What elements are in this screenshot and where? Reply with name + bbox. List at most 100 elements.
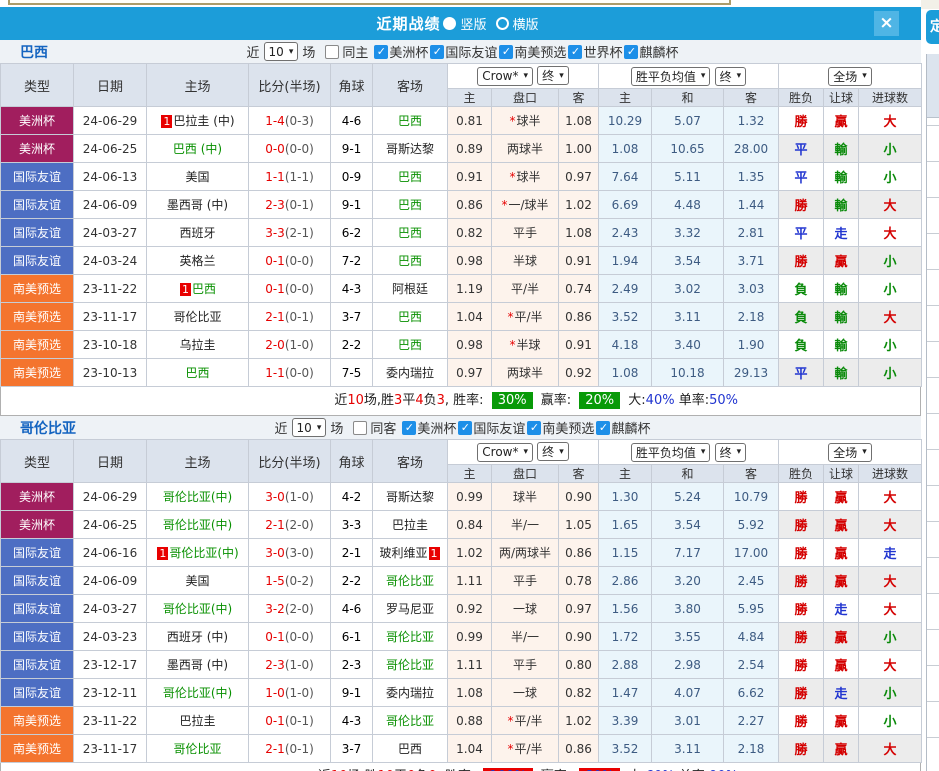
handicap-line-cell: 球半 [491,482,559,511]
moved-line-marker: * [509,114,516,128]
date-cell: 24-06-29 [73,482,147,511]
draw-odds-cell: 5.11 [651,162,724,191]
competition-cell: 南美预选 [0,330,74,359]
chevron-down-icon: ▾ [316,422,322,433]
vertical-layout-label[interactable]: 竖版 [460,14,486,33]
match-row: 南美预选 23-11-17 哥伦比亚 2-1(0-1) 3-7 巴西 1.04 *平/半 0.8… [0,302,923,331]
horizontal-layout-label[interactable]: 横版 [513,14,539,33]
competition-filter-item: ✓ 世界杯 [568,42,622,61]
competition-filter-label: 南美预选 [514,46,567,61]
same-venue-checkbox[interactable] [325,44,340,59]
handicap-away-odds-cell: 0.74 [558,274,599,303]
away-win-odds-cell: 5.92 [722,510,780,539]
competition-cell: 国际友谊 [0,538,74,567]
odds-group-header: 胜平负均值 ▾ 终 ▾ [597,439,780,465]
date-cell: 24-06-09 [73,190,147,219]
draw-odds-cell: 3.54 [651,246,724,275]
checkbox-checked-icon[interactable]: ✓ [374,44,389,59]
period-select[interactable]: 终 ▾ [537,442,569,462]
rank-badge: 1 [428,547,440,560]
competition-cell: 国际友谊 [0,678,74,707]
home-team-cell: 哥伦比亚(中) [146,678,249,707]
odds-mode-select[interactable]: 胜平负均值 ▾ [630,442,711,462]
checkbox-checked-icon[interactable]: ✓ [430,44,445,59]
screen: 近期战绩 竖版 横版 × 巴西 近 10 ▾ 场 同主 ✓ 美洲杯 ✓ 国际友谊 ✓ 南美预… [0,0,939,771]
win-lose-result-cell: 平 [778,162,825,191]
handicap-away-odds-cell: 0.86 [558,302,599,331]
draw-odds-cell: 3.01 [651,706,724,735]
period-select[interactable]: 终 ▾ [714,66,747,86]
away-win-odds-cell: 1.44 [722,190,780,219]
competition-filter-item: ✓ 美洲杯 [374,42,428,61]
away-team-cell: 巴西 [372,302,448,331]
away-team-cell: 哥伦比亚 [372,622,448,651]
handicap-home-odds-cell: 0.99 [447,622,492,651]
odds-mode-select[interactable]: 胜平负均值 ▾ [630,66,711,86]
near-label: 近 [246,46,260,61]
radio-selected-icon[interactable] [443,17,457,30]
match-row: 美洲杯 24-06-29 哥伦比亚(中) 3-0(1-0) 4-2 哥斯达黎 0.99 球半 0… [0,482,923,511]
checkbox-checked-icon[interactable]: ✓ [527,420,542,435]
period-select[interactable]: 终 ▾ [714,442,747,462]
same-venue-checkbox[interactable] [353,420,368,435]
checkbox-checked-icon[interactable]: ✓ [458,420,473,435]
draw-odds-cell: 4.07 [651,678,724,707]
win-lose-result-cell: 平 [778,218,825,247]
checkbox-checked-icon[interactable]: ✓ [499,44,514,59]
match-row: 国际友谊 24-03-23 西班牙 (中) 0-1(0-0) 6-1 哥伦比亚 0.99 半/… [0,622,923,651]
goals-over-under-cell: 小 [858,330,923,359]
draw-odds-cell: 2.98 [651,650,724,679]
draw-odds-cell: 3.55 [651,622,724,651]
home-win-odds-cell: 1.56 [598,594,652,623]
bookmaker-select[interactable]: Crow* ▾ [477,66,534,86]
col-home: 主场 [146,63,249,107]
period-select[interactable]: 终 ▾ [537,66,569,86]
handicap-home-odds-cell: 0.98 [447,330,492,359]
goals-over-under-cell: 大 [858,218,923,247]
home-team-cell: 巴西 [146,358,249,387]
away-team-cell: 巴西 [372,734,448,763]
score-cell: 3-0(3-0) [248,538,331,567]
away-win-odds-cell: 28.00 [722,134,780,163]
competition-filter-label: 国际友谊 [473,422,526,437]
competition-filter-item: ✓ 麒麟杯 [596,418,650,437]
handicap-result-cell: 走 [823,678,860,707]
sub-away: 客 [558,88,599,107]
checkbox-checked-icon[interactable]: ✓ [596,420,611,435]
handicap-result-cell: 贏 [823,246,860,275]
bookmaker-select[interactable]: Crow* ▾ [477,442,534,462]
score-cell: 3-2(2-0) [248,594,331,623]
close-icon[interactable]: × [874,11,899,36]
goals-over-under-cell: 小 [858,134,923,163]
scope-select[interactable]: 全场 ▾ [828,442,872,462]
win-lose-result-cell: 平 [778,358,825,387]
handicap-away-odds-cell: 0.97 [558,162,599,191]
competition-filter-label: 麒麟杯 [639,46,679,61]
score-cell: 0-1(0-1) [248,706,331,735]
radio-unselected-icon[interactable] [495,17,509,30]
match-count-select[interactable]: 10 ▾ [263,42,299,61]
filters-group: 近 10 ▾ 场 同客 ✓ 美洲杯 ✓ 国际友谊 ✓ 南美预选 ✓ 麒麟杯 [271,418,650,437]
match-count-select[interactable]: 10 ▾ [291,418,327,437]
home-win-odds-cell: 3.39 [598,706,652,735]
away-team-cell: 玻利维亚 1 [372,538,448,567]
games-label: 场 [330,422,344,437]
side-panel-button[interactable]: 定 [926,10,939,44]
handicap-line-cell: 两球半 [491,134,559,163]
checkbox-checked-icon[interactable]: ✓ [402,420,417,435]
home-win-odds-cell: 4.18 [598,330,652,359]
goals-over-under-cell: 大 [858,594,923,623]
competition-filter-item: ✓ 国际友谊 [430,42,497,61]
home-win-odds-cell: 1.94 [598,246,652,275]
scope-select[interactable]: 全场 ▾ [828,66,872,86]
home-team-cell: 哥伦比亚(中) [146,482,249,511]
checkbox-checked-icon[interactable]: ✓ [624,44,639,59]
handicap-line-cell: 平/半 [491,274,559,303]
handicap-result-cell: 輸 [823,190,860,219]
home-team-cell: 巴西 (中) [146,134,249,163]
team-filter-row: 巴西 近 10 ▾ 场 同主 ✓ 美洲杯 ✓ 国际友谊 ✓ 南美预选 ✓ 世界杯 ✓ 麒麟杯 [0,40,921,63]
recent-results-panel: 近期战绩 竖版 横版 × 巴西 近 10 ▾ 场 同主 ✓ 美洲杯 ✓ 国际友谊 ✓ 南美预… [0,7,923,771]
away-win-odds-cell: 2.18 [722,302,780,331]
handicap-home-odds-cell: 0.84 [447,510,492,539]
checkbox-checked-icon[interactable]: ✓ [568,44,583,59]
